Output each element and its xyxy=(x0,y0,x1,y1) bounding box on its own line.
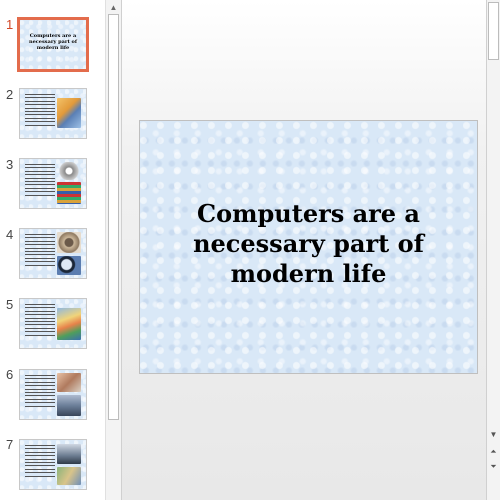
slide-thumbnail-2[interactable] xyxy=(19,88,87,139)
previous-slide-icon[interactable]: ⏶ xyxy=(487,445,500,459)
slide-number-1: 1 xyxy=(6,17,14,32)
thumbnail-text-lines xyxy=(25,234,55,268)
thumbnail-image xyxy=(57,395,81,416)
thumbnail-image xyxy=(57,444,81,464)
slide-thumbnail-6[interactable] xyxy=(19,369,87,420)
thumbnail-image xyxy=(57,373,81,392)
slide-thumbnail-5[interactable] xyxy=(19,298,87,349)
slide-number-3: 3 xyxy=(6,157,14,172)
slide-number-4: 4 xyxy=(6,227,14,242)
slide-number-5: 5 xyxy=(6,297,14,312)
scrollbar-thumb[interactable] xyxy=(108,14,119,420)
scroll-up-icon[interactable]: ▲ xyxy=(106,0,121,15)
thumbnail-image xyxy=(57,256,81,275)
editor-scrollbar[interactable]: ▼ ⏶ ⏷ xyxy=(486,0,500,500)
thumbnail-title: Computers are a necessary part of modern… xyxy=(28,33,78,51)
slide-editor: Computers are a necessary part of modern… xyxy=(122,0,486,500)
next-slide-icon[interactable]: ⏷ xyxy=(487,460,500,474)
slide-thumbnail-3[interactable] xyxy=(19,158,87,209)
slide-number-2: 2 xyxy=(6,87,14,102)
thumbnail-text-lines xyxy=(25,375,55,409)
slide-thumbnail-1[interactable]: Computers are a necessary part of modern… xyxy=(17,17,89,72)
scrollbar-thumb[interactable] xyxy=(488,2,499,60)
slide-thumbnail-7[interactable] xyxy=(19,439,87,490)
thumbnail-text-lines xyxy=(25,445,55,479)
thumbnail-image xyxy=(57,467,81,485)
slide-title[interactable]: Computers are a necessary part of modern… xyxy=(160,199,457,289)
slide-number-7: 7 xyxy=(6,437,14,452)
scroll-down-icon[interactable]: ▼ xyxy=(487,428,500,442)
thumbnail-text-lines xyxy=(25,304,55,338)
slide-thumbnail-4[interactable] xyxy=(19,228,87,279)
thumbnail-image xyxy=(57,182,81,204)
slide-number-6: 6 xyxy=(6,367,14,382)
thumbnail-text-lines xyxy=(25,164,55,198)
thumbnail-image xyxy=(57,162,81,180)
main-slide[interactable]: Computers are a necessary part of modern… xyxy=(139,120,478,374)
thumbnail-text-lines xyxy=(25,94,55,128)
thumbnail-image xyxy=(57,308,81,340)
thumbnail-scrollbar[interactable]: ▲ xyxy=(105,0,122,500)
slide-thumbnail-pane: 1 Computers are a necessary part of mode… xyxy=(0,0,105,500)
thumbnail-image xyxy=(57,232,81,253)
thumbnail-image xyxy=(57,98,81,128)
